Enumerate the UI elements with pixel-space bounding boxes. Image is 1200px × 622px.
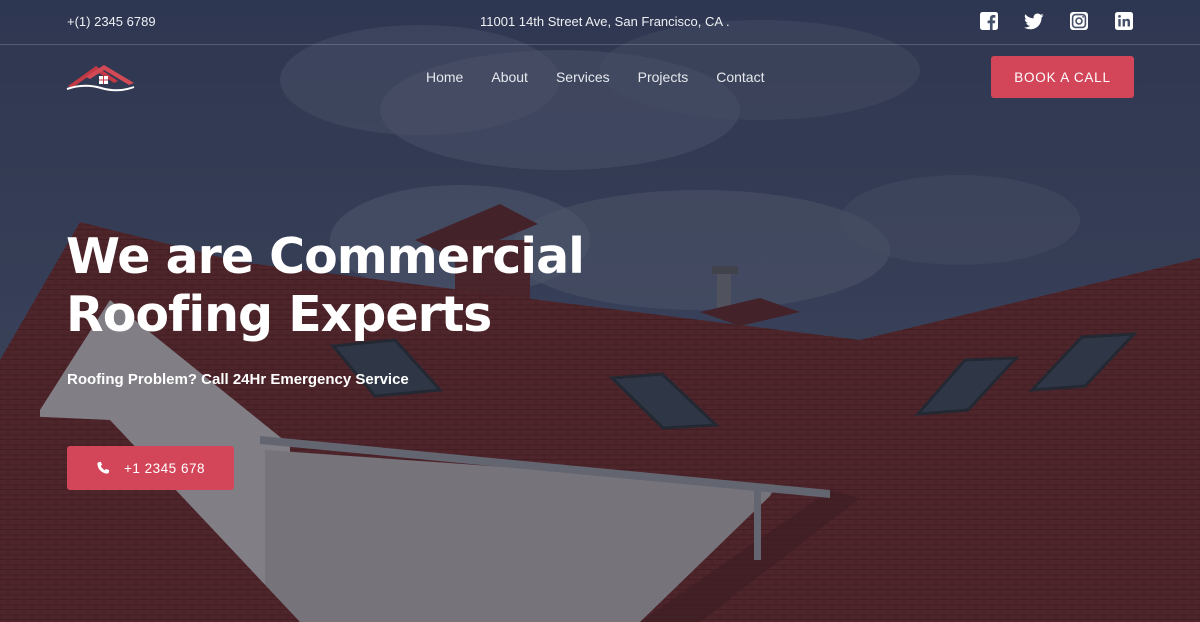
facebook-icon[interactable] <box>979 11 999 31</box>
main-nav: Home About Services Projects Contact BOO… <box>0 45 1200 107</box>
hero-heading: We are Commercial Roofing Experts <box>66 228 585 345</box>
social-links <box>979 11 1134 31</box>
book-a-call-button[interactable]: BOOK A CALL <box>991 56 1134 98</box>
hero-section: +(1) 2345 6789 11001 14th Street Ave, Sa… <box>0 0 1200 622</box>
twitter-icon[interactable] <box>1024 11 1044 31</box>
hero-heading-line1: We are Commercial <box>66 228 585 285</box>
hero-subheading: Roofing Problem? Call 24Hr Emergency Ser… <box>67 371 409 388</box>
top-bar: +(1) 2345 6789 11001 14th Street Ave, Sa… <box>0 0 1200 45</box>
instagram-icon[interactable] <box>1069 11 1089 31</box>
nav-home[interactable]: Home <box>426 69 463 85</box>
hero-heading-line2: Roofing Experts <box>66 286 492 344</box>
nav-projects[interactable]: Projects <box>638 69 689 85</box>
nav-menu: Home About Services Projects Contact <box>426 69 764 85</box>
call-phone-label: +1 2345 678 <box>124 460 205 476</box>
nav-services[interactable]: Services <box>556 69 610 85</box>
linkedin-icon[interactable] <box>1114 11 1134 31</box>
topbar-address: 11001 14th Street Ave, San Francisco, CA… <box>480 14 730 29</box>
nav-about[interactable]: About <box>491 69 528 85</box>
phone-icon <box>97 461 110 474</box>
topbar-phone: +(1) 2345 6789 <box>67 14 156 29</box>
nav-contact[interactable]: Contact <box>716 69 764 85</box>
house-roof-logo[interactable] <box>66 61 136 93</box>
call-phone-button[interactable]: +1 2345 678 <box>67 446 234 490</box>
